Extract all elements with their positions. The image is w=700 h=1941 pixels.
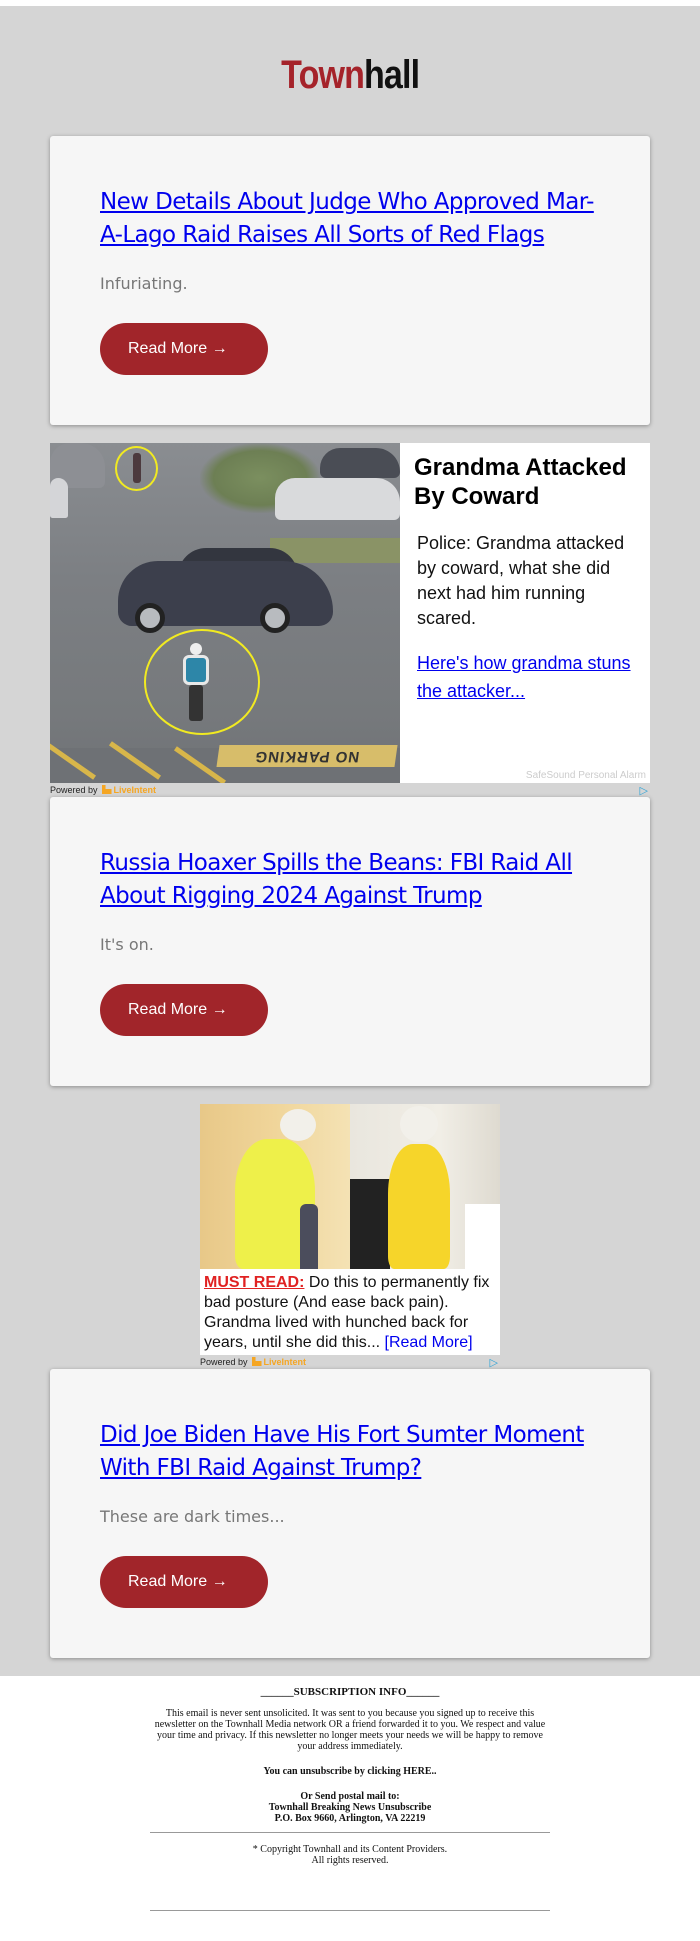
postal-line: Townhall Breaking News Unsubscribe [268, 1802, 432, 1813]
article-title: New Details About Judge Who Approved Mar… [100, 186, 600, 252]
postal-line: Or Send postal mail to: [300, 1791, 400, 1802]
hair-shape [280, 1109, 316, 1141]
after-photo [350, 1104, 500, 1269]
read-more-button[interactable]: Read More → [100, 323, 268, 375]
liveintent-brand: LiveIntent [113, 785, 157, 795]
footer: ______SUBSCRIPTION INFO______ This email… [0, 1676, 700, 1941]
powered-by-label: Powered by [50, 785, 98, 795]
ad-headline[interactable]: Grandma Attacked By Coward [414, 453, 636, 511]
postal-line: P.O. Box 9660, Arlington, VA 22219 [274, 1813, 426, 1824]
read-more-button[interactable]: Read More → [100, 984, 268, 1036]
newsletter-body: Townhall New Details About Judge Who App… [0, 6, 700, 1676]
attacker-figure [133, 453, 141, 483]
grandma-body [183, 655, 209, 685]
article-title: Russia Hoaxer Spills the Beans: FBI Raid… [100, 847, 600, 913]
ad-body[interactable]: Police: Grandma attacked by coward, what… [414, 531, 636, 631]
subscription-body: This email is never sent unsolicited. It… [154, 1708, 546, 1752]
parked-car-shape [320, 448, 400, 478]
sponsored-ad[interactable]: MUST READ: Do this to permanently fix ba… [200, 1104, 500, 1369]
parked-car-shape [275, 478, 400, 520]
header: Townhall [0, 6, 700, 136]
powered-by[interactable]: Powered by LiveIntent [50, 785, 156, 795]
adchoices-icon[interactable]: ▷ [490, 1356, 498, 1369]
ad-read-more-link[interactable]: [Read More] [385, 1334, 473, 1351]
powered-by-bar: Powered by LiveIntent ▷ [200, 1355, 500, 1369]
article-card: New Details About Judge Who Approved Mar… [50, 136, 650, 425]
unsubscribe-line: You can unsubscribe by clicking HERE.. [0, 1766, 700, 1777]
adchoices-icon[interactable]: ▷ [640, 784, 648, 797]
hair-shape [400, 1106, 438, 1142]
article-teaser: It's on. [100, 935, 154, 954]
liveintent-logo-icon [101, 785, 112, 794]
cane-shape [300, 1204, 318, 1269]
copyright-line: * Copyright Townhall and its Content Pro… [252, 1844, 448, 1855]
article-title: Did Joe Biden Have His Fort Sumter Momen… [100, 1419, 600, 1485]
logo-hall: hall [363, 52, 420, 97]
liveintent-brand: LiveIntent [263, 1357, 307, 1367]
article-card: Did Joe Biden Have His Fort Sumter Momen… [50, 1369, 650, 1658]
no-parking-marking: NO PARKING [216, 745, 398, 767]
copyright-line: All rights reserved. [311, 1855, 389, 1866]
ad-content[interactable]: NO PARKING Grandma Attacked By Coward Po… [50, 443, 650, 783]
wheel-shape [260, 603, 290, 633]
grandma-legs [189, 685, 203, 721]
article-card: Russia Hoaxer Spills the Beans: FBI Raid… [50, 797, 650, 1086]
divider [150, 1832, 550, 1833]
subscription-title: ______SUBSCRIPTION INFO______ [260, 1686, 440, 1698]
postal-address: Or Send postal mail to: Townhall Breakin… [0, 1791, 700, 1824]
before-photo [200, 1104, 350, 1269]
article-title-link[interactable]: Russia Hoaxer Spills the Beans: FBI Raid… [100, 850, 573, 909]
ad-sponsor: SafeSound Personal Alarm [525, 770, 646, 781]
copyright: * Copyright Townhall and its Content Pro… [0, 1844, 700, 1866]
sponsored-ad[interactable]: NO PARKING Grandma Attacked By Coward Po… [50, 443, 650, 797]
yellow-cardigan-shape [388, 1144, 450, 1269]
read-more-button[interactable]: Read More → [100, 1556, 268, 1608]
wheel-shape [135, 603, 165, 633]
liveintent-logo-icon [251, 1357, 262, 1366]
ad-text[interactable]: MUST READ: Do this to permanently fix ba… [200, 1269, 500, 1355]
powered-by-bar: Powered by LiveIntent ▷ [50, 783, 650, 797]
unsubscribe-link[interactable]: You can unsubscribe by clicking HERE.. [263, 1766, 436, 1777]
bottom-padding [0, 1911, 700, 1941]
townhall-logo[interactable]: Townhall [280, 52, 420, 98]
parked-car-shape [50, 478, 68, 518]
ad-image-posture[interactable] [200, 1104, 500, 1269]
logo-town: Town [280, 52, 365, 97]
ad-image-parking-lot[interactable]: NO PARKING [50, 443, 400, 783]
ad-link[interactable]: Here's how grandma stuns the attacker... [414, 649, 636, 705]
article-title-link[interactable]: New Details About Judge Who Approved Mar… [100, 189, 594, 248]
article-teaser: Infuriating. [100, 274, 188, 293]
powered-by-label: Powered by [200, 1357, 248, 1367]
powered-by[interactable]: Powered by LiveIntent [200, 1357, 306, 1367]
must-read-label: MUST READ: [204, 1274, 305, 1291]
article-teaser: These are dark times... [100, 1507, 285, 1526]
grandma-head [190, 643, 202, 655]
stove-shape [350, 1179, 390, 1269]
article-title-link[interactable]: Did Joe Biden Have His Fort Sumter Momen… [100, 1422, 584, 1481]
cabinet-shape [465, 1204, 500, 1269]
ad-text-panel[interactable]: Grandma Attacked By Coward Police: Grand… [400, 443, 650, 783]
